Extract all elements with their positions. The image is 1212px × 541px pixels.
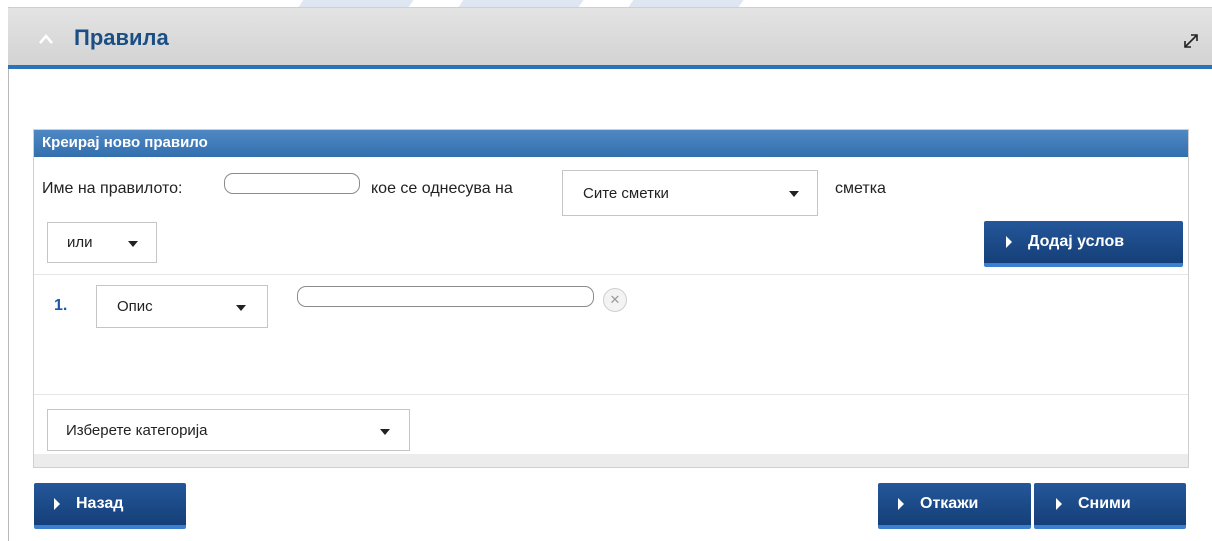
play-triangle-icon [1056, 498, 1062, 510]
save-button[interactable]: Сними [1034, 483, 1186, 529]
cancel-label: Откажи [920, 495, 979, 512]
cancel-button[interactable]: Откажи [878, 483, 1031, 529]
add-condition-label: Додај услов [1028, 233, 1125, 250]
play-triangle-icon [1006, 236, 1012, 248]
expand-arrows-icon[interactable] [1182, 32, 1200, 50]
back-label: Назад [76, 495, 124, 512]
rule-name-label: Име на правилото: [42, 180, 183, 197]
panel-header: Правила [8, 8, 1212, 69]
create-rule-box: Креирај ново правило Име на правилото: к… [33, 129, 1189, 468]
panel-title: Правила [74, 25, 169, 50]
caret-down-icon [128, 241, 138, 247]
account-select-value: Сите сметки [583, 184, 669, 202]
close-circle-icon[interactable]: ✕ [603, 288, 627, 312]
condition-field-select[interactable]: Опис [96, 285, 268, 328]
create-rule-header: Креирај ново правило [34, 130, 1188, 157]
divider [34, 394, 1188, 395]
category-select[interactable]: Изберете категорија [47, 409, 410, 451]
add-condition-button[interactable]: Додај услов [984, 221, 1183, 267]
box-footer [34, 454, 1188, 467]
condition-number: 1. [54, 297, 68, 314]
account-suffix-label: сметка [835, 180, 886, 197]
chevron-up-icon[interactable] [38, 33, 54, 45]
logic-select-value: или [67, 234, 93, 251]
logic-select[interactable]: или [47, 222, 157, 263]
play-triangle-icon [54, 498, 60, 510]
divider [34, 274, 1188, 275]
rule-name-input[interactable] [224, 173, 360, 194]
category-select-value: Изберете категорија [66, 421, 208, 439]
play-triangle-icon [898, 498, 904, 510]
condition-field-value: Опис [117, 298, 153, 315]
caret-down-icon [236, 305, 246, 311]
caret-down-icon [789, 191, 799, 197]
caret-down-icon [380, 429, 390, 435]
condition-value-input[interactable] [297, 286, 594, 307]
account-select[interactable]: Сите сметки [562, 170, 818, 216]
save-label: Сними [1078, 495, 1131, 512]
back-button[interactable]: Назад [34, 483, 186, 529]
applies-to-label: кое се однесува на [371, 180, 513, 197]
